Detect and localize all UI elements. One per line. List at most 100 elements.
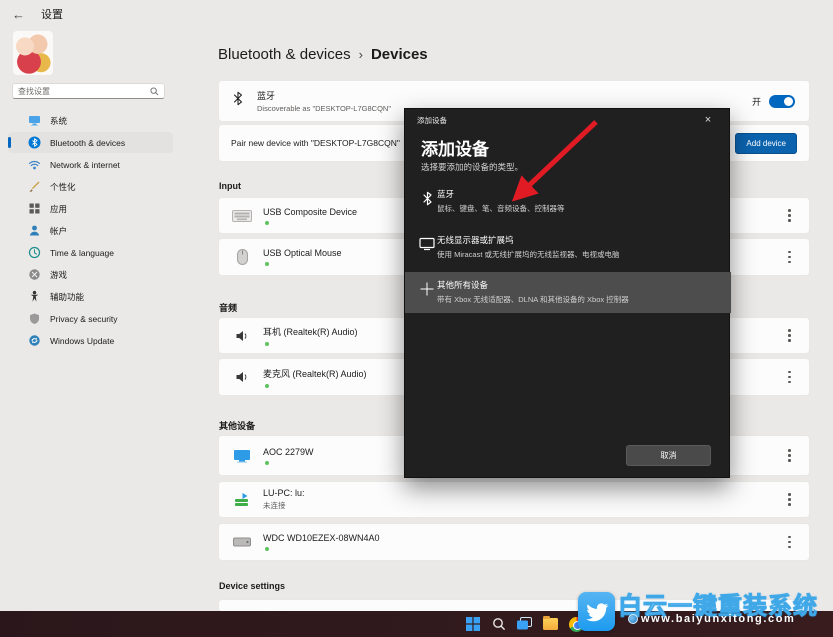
sidebar-item-system[interactable]: 系统 — [0, 110, 173, 131]
option-desc: 使用 Miracast 或无线扩展坞的无线监视器、电视或电脑 — [437, 249, 620, 260]
dialog-titlebar-label: 添加设备 — [417, 115, 447, 126]
search-input[interactable] — [18, 87, 150, 96]
app-titlebar: ← 设置 — [12, 6, 63, 22]
bluetooth-toggle[interactable] — [769, 95, 795, 108]
start-button[interactable] — [464, 616, 481, 633]
section-header-input: Input — [219, 181, 241, 191]
device-row-wdc-drive[interactable]: WDC WD10EZEX-08WN4A0 — [218, 523, 810, 561]
option-title: 无线显示器或扩展坞 — [437, 234, 620, 246]
gaming-icon — [28, 268, 41, 281]
bluetooth-icon — [233, 91, 243, 111]
more-options-icon[interactable] — [788, 493, 791, 506]
dialog-subtitle: 选择要添加的设备的类型。 — [421, 161, 523, 173]
page-title: Devices — [371, 46, 428, 63]
dialog-titlebar: 添加设备 × — [405, 109, 729, 131]
status-dot — [265, 221, 269, 225]
sidebar-item-label: Bluetooth & devices — [50, 138, 125, 148]
device-row-lu-pc[interactable]: LU-PC: lu:未连接 — [218, 481, 810, 518]
apps-icon — [28, 202, 41, 215]
sidebar-item-label: 游戏 — [50, 269, 67, 281]
settings-window: ← 设置 系统 Bluetooth & devices Network & in… — [0, 0, 833, 637]
dialog-option-everything-else[interactable]: 其他所有设备 带有 Xbox 无线适配器、DLNA 和其他设备的 Xbox 控制… — [405, 272, 731, 313]
drive-icon — [229, 537, 255, 547]
sidebar-item-label: Windows Update — [50, 336, 114, 346]
globe-icon — [628, 614, 638, 624]
dialog-option-wireless-display[interactable]: 无线显示器或扩展坞 使用 Miracast 或无线扩展坞的无线监视器、电视或电脑 — [405, 227, 731, 271]
more-options-icon[interactable] — [788, 209, 791, 222]
network-icon — [28, 158, 41, 171]
selected-accent-bar — [8, 137, 11, 148]
mouse-icon — [229, 249, 255, 265]
sidebar-item-label: Network & internet — [50, 160, 120, 170]
time-language-icon — [28, 246, 41, 259]
option-desc: 鼠标、键盘、笔、音频设备、控制器等 — [437, 203, 565, 214]
option-desc: 带有 Xbox 无线适配器、DLNA 和其他设备的 Xbox 控制器 — [437, 294, 629, 305]
search-box[interactable] — [12, 83, 165, 99]
status-dot — [265, 461, 269, 465]
breadcrumb-separator: › — [359, 47, 363, 62]
option-title: 其他所有设备 — [437, 279, 629, 291]
bluetooth-icon — [28, 136, 41, 149]
more-options-icon[interactable] — [788, 536, 791, 549]
toggle-state-label: 开 — [752, 95, 761, 108]
plus-icon — [417, 282, 437, 296]
breadcrumb-parent[interactable]: Bluetooth & devices — [218, 46, 351, 63]
monitor-icon — [229, 449, 255, 463]
sidebar-item-privacy-security[interactable]: Privacy & security — [0, 308, 173, 329]
display-icon — [417, 237, 437, 251]
avatar[interactable] — [13, 31, 53, 75]
add-device-button[interactable]: Add device — [735, 133, 797, 154]
accessibility-icon — [28, 290, 41, 303]
more-options-icon[interactable] — [788, 251, 791, 264]
section-header-audio: 音频 — [219, 301, 237, 314]
media-server-icon — [229, 492, 255, 507]
sidebar-item-personalization[interactable]: 个性化 — [0, 176, 173, 197]
device-title: LU-PC: lu: — [263, 488, 788, 498]
sidebar-item-accounts[interactable]: 帐户 — [0, 220, 173, 241]
more-options-icon[interactable] — [788, 329, 791, 342]
close-icon[interactable]: × — [699, 114, 717, 126]
sidebar-item-apps[interactable]: 应用 — [0, 198, 173, 219]
watermark-url: www.baiyunxitong.com — [628, 613, 795, 625]
watermark-url-text: www.baiyunxitong.com — [641, 613, 795, 625]
back-icon[interactable]: ← — [12, 7, 25, 22]
sidebar-item-accessibility[interactable]: 辅助功能 — [0, 286, 173, 307]
file-explorer-button[interactable] — [542, 616, 559, 633]
personalization-icon — [28, 180, 41, 193]
dialog-option-bluetooth[interactable]: 蓝牙 鼠标、键盘、笔、音频设备、控制器等 — [405, 181, 731, 225]
sidebar-item-label: 帐户 — [50, 225, 67, 237]
device-title: WDC WD10EZEX-08WN4A0 — [263, 533, 788, 543]
sidebar-item-time-language[interactable]: Time & language — [0, 242, 173, 263]
sidebar-item-bluetooth-devices[interactable]: Bluetooth & devices — [8, 132, 173, 153]
sidebar-item-label: Privacy & security — [50, 314, 118, 324]
status-dot — [265, 262, 269, 266]
search-icon — [150, 87, 159, 96]
section-header-device-settings: Device settings — [219, 581, 285, 591]
sidebar-item-gaming[interactable]: 游戏 — [0, 264, 173, 285]
status-dot — [265, 384, 269, 388]
more-options-icon[interactable] — [788, 371, 791, 384]
privacy-icon — [28, 312, 41, 325]
status-dot — [265, 342, 269, 346]
system-icon — [28, 114, 41, 127]
sidebar-item-label: 辅助功能 — [50, 291, 84, 303]
app-title: 设置 — [41, 6, 63, 22]
cancel-button[interactable]: 取消 — [626, 445, 711, 466]
sidebar-nav: 系统 Bluetooth & devices Network & interne… — [0, 109, 218, 352]
option-title: 蓝牙 — [437, 188, 565, 200]
section-header-other-devices: 其他设备 — [219, 419, 255, 432]
task-view-button[interactable] — [516, 616, 533, 633]
sidebar-item-label: 个性化 — [50, 181, 76, 193]
sidebar-item-label: Time & language — [50, 248, 114, 258]
more-options-icon[interactable] — [788, 449, 791, 462]
search-button[interactable] — [490, 616, 507, 633]
bluetooth-icon — [417, 191, 437, 206]
keyboard-icon — [229, 210, 255, 222]
bluetooth-title: 蓝牙 — [257, 89, 752, 102]
breadcrumb: Bluetooth & devices › Devices — [218, 46, 428, 63]
add-device-dialog: 添加设备 × 添加设备 选择要添加的设备的类型。 蓝牙 鼠标、键盘、笔、音频设备… — [404, 108, 730, 478]
status-dot — [265, 547, 269, 551]
sidebar-item-windows-update[interactable]: Windows Update — [0, 330, 173, 351]
dialog-heading: 添加设备 — [421, 135, 489, 160]
sidebar-item-network[interactable]: Network & internet — [0, 154, 173, 175]
